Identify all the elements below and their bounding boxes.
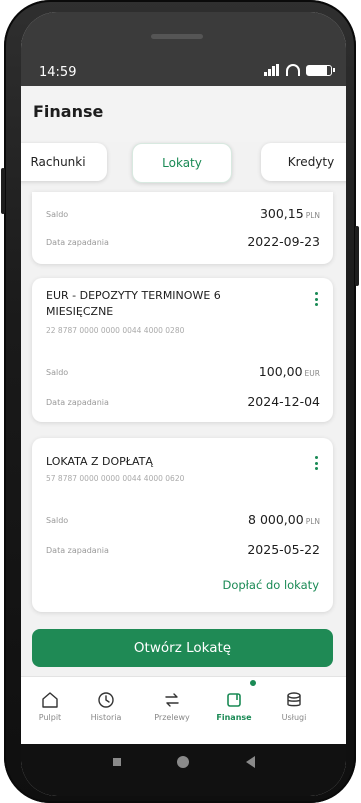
recent-apps-icon[interactable] [113,758,121,766]
nav-item-finanse[interactable]: Finanse [204,691,264,722]
saldo-amount: 300,15 [259,206,304,221]
transfer-icon [165,693,179,707]
nav-label: Usługi [281,713,307,722]
phone-frame: 14:59 Finanse Rachunki Lokaty Kredyty Sa… [1,0,359,803]
nav-label: Przelewy [154,713,190,722]
page-title: Finanse [33,102,104,121]
nav-item-historia[interactable]: Historia [76,691,136,722]
nav-item-uslugi[interactable]: Usługi [264,691,324,722]
tab-bar: Rachunki Lokaty Kredyty [21,143,346,187]
saldo-label: Saldo [46,516,69,525]
services-icon [287,692,301,707]
tab-label: Rachunki [30,155,86,169]
deposit-card[interactable]: EUR - DEPOZYTY TERMINOWE 6 MIESIĘCZNE 22… [32,278,333,422]
saldo-value: 100,00 EUR [259,364,320,379]
account-number: 22 8787 0000 0000 0044 4000 0280 [46,326,185,335]
home-system-icon[interactable] [177,756,189,768]
currency: EUR [304,369,320,378]
active-indicator [250,680,256,686]
maturity-date: 2025-05-22 [247,542,320,557]
open-deposit-label: Otwórz Lokatę [133,640,232,656]
maturity-label: Data zapadania [46,238,109,247]
deposit-title: LOKATA Z DOPŁATĄ [46,455,153,468]
side-button [355,226,359,286]
deposit-card[interactable]: Saldo 300,15 PLN Data zapadania 2022-09-2… [32,192,333,264]
signal-icon [264,64,280,76]
tab-kredyty[interactable]: Kredyty [261,143,346,181]
deposit-title: EUR - DEPOZYTY TERMINOWE 6 MIESIĘCZNE [46,289,221,318]
back-icon[interactable] [246,756,255,768]
more-options-icon[interactable] [313,292,319,306]
saldo-label: Saldo [46,368,69,377]
nav-label: Pulpit [38,713,62,722]
status-bar: 14:59 [21,12,346,86]
tab-rachunki[interactable]: Rachunki [21,143,107,181]
phone-screen: 14:59 Finanse Rachunki Lokaty Kredyty Sa… [21,12,346,796]
tab-lokaty[interactable]: Lokaty [132,143,232,183]
battery-icon [306,64,335,76]
currency: PLN [305,211,320,220]
maturity-date: 2022-09-23 [247,234,320,249]
nav-label: Historia [90,713,122,722]
maturity-label: Data zapadania [46,546,109,555]
open-deposit-button[interactable]: Otwórz Lokatę [32,629,333,667]
nav-item-pulpit[interactable]: Pulpit [21,691,80,722]
speaker-grille [151,34,203,39]
currency: PLN [305,517,320,526]
status-time: 14:59 [39,65,77,80]
maturity-date: 2024-12-04 [247,394,320,409]
saldo-value: 8 000,00 PLN [248,512,320,527]
home-icon [42,692,58,708]
saldo-value: 300,15 PLN [260,206,320,221]
saldo-amount: 100,00 [258,364,303,379]
bottom-navigation: Pulpit Historia Przelewy Finanse Usługi [21,676,346,745]
history-icon [98,692,114,708]
more-options-icon[interactable] [313,456,319,470]
saldo-amount: 8 000,00 [248,512,304,527]
account-number: 57 8787 0000 0000 0044 4000 0620 [46,474,185,483]
finance-icon [227,693,241,707]
deposit-card[interactable]: LOKATA Z DOPŁATĄ 57 8787 0000 0000 0044 … [32,438,333,612]
tab-label: Lokaty [162,156,202,170]
nav-item-przelewy[interactable]: Przelewy [142,691,202,722]
system-navigation-bar [21,744,346,796]
maturity-label: Data zapadania [46,398,109,407]
status-icons [264,64,335,76]
tab-label: Kredyty [287,155,335,169]
saldo-label: Saldo [46,210,69,219]
side-button [1,168,5,214]
wifi-icon [286,64,300,76]
nav-label: Finanse [216,713,252,722]
top-up-deposit-link[interactable]: Dopłać do lokaty [222,578,319,592]
